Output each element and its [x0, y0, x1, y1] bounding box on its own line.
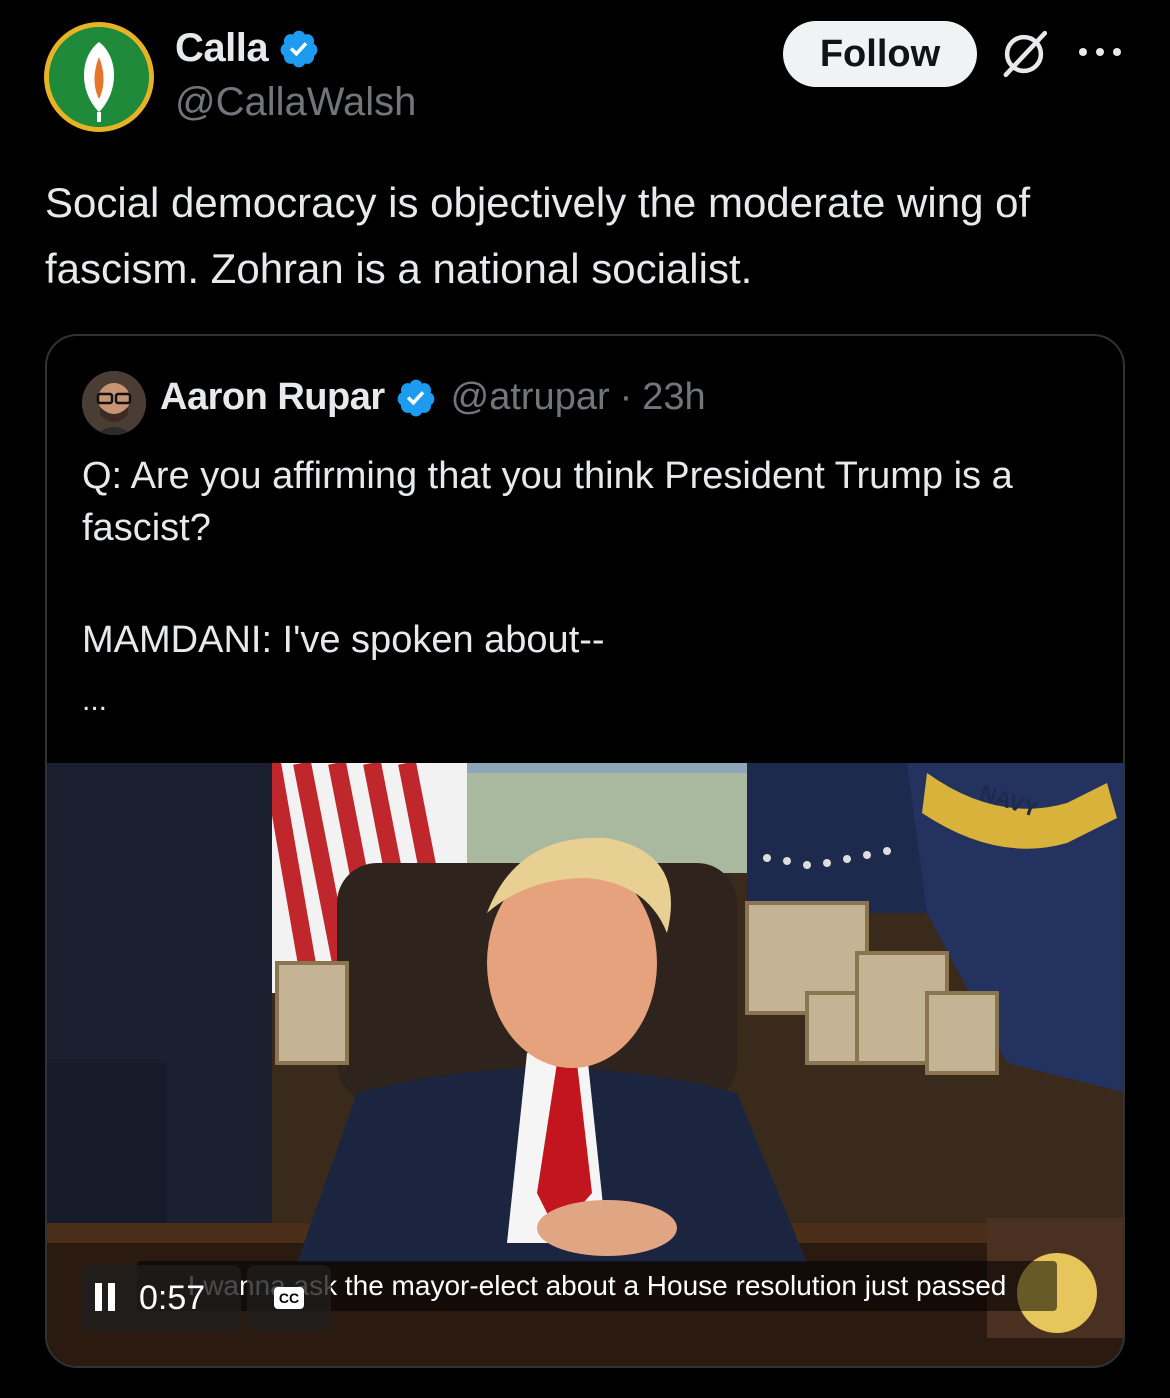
author-name-row: Calla — [175, 26, 320, 71]
quoted-author-name[interactable]: Aaron Rupar — [160, 376, 385, 419]
author-avatar[interactable] — [44, 22, 154, 132]
more-icon[interactable] — [1075, 42, 1125, 62]
quoted-author-handle[interactable]: @atrupar — [451, 376, 610, 419]
quoted-text-ellipsis: ... — [82, 684, 108, 717]
quoted-post-time[interactable]: 23h — [642, 376, 705, 419]
verified-badge-icon — [397, 379, 435, 416]
quoted-text-question: Q: Are you affirming that you think Pres… — [82, 455, 1013, 549]
calla-lily-logo-icon — [49, 27, 149, 127]
closed-captions-button[interactable]: CC — [247, 1265, 331, 1331]
post-text: Social democracy is objectively the mode… — [45, 179, 1031, 292]
post: Calla @CallaWalsh Follow Social democrac… — [0, 0, 1170, 1398]
video-player[interactable]: NAVY I wanna ask the mayor-elect about a… — [47, 763, 1123, 1366]
grok-icon[interactable] — [998, 28, 1050, 80]
quoted-author-row: Aaron Rupar @atrupar · 23h — [160, 376, 706, 419]
quoted-post-card[interactable]: Aaron Rupar @atrupar · 23h Q: Are you af… — [45, 334, 1125, 1368]
avatar-photo-icon — [82, 371, 146, 435]
separator-dot: · — [619, 376, 633, 418]
author-display-name[interactable]: Calla — [175, 26, 269, 71]
playback-control[interactable]: 0:57 — [81, 1265, 241, 1331]
pause-icon[interactable] — [95, 1283, 123, 1313]
quoted-text-answer: MAMDANI: I've spoken about-- — [82, 619, 605, 661]
verified-badge-icon — [280, 30, 318, 67]
author-handle[interactable]: @CallaWalsh — [175, 80, 416, 125]
cc-icon: CC — [274, 1287, 304, 1309]
quoted-author-avatar[interactable] — [82, 371, 146, 435]
follow-button[interactable]: Follow — [783, 21, 977, 87]
video-time: 0:57 — [139, 1278, 206, 1317]
